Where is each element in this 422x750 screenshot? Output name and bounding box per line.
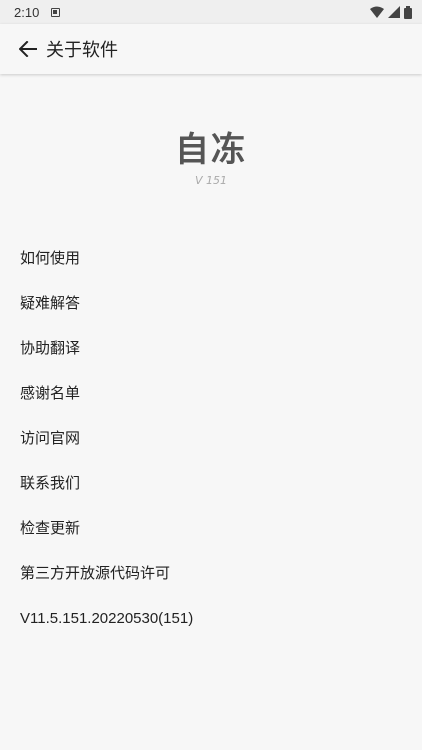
status-bar: 2:10 <box>0 0 422 24</box>
menu-item-thanks-list[interactable]: 感谢名单 <box>0 371 422 416</box>
menu-item-visit-website[interactable]: 访问官网 <box>0 416 422 461</box>
status-time: 2:10 <box>14 4 40 20</box>
app-bar: 关于软件 <box>0 24 422 74</box>
menu-item-open-source-licenses[interactable]: 第三方开放源代码许可 <box>0 551 422 596</box>
app-name: 自冻 <box>175 130 247 170</box>
app-version-short: V 151 <box>194 174 228 187</box>
menu-item-troubleshooting[interactable]: 疑难解答 <box>0 281 422 326</box>
app-header: 自冻 V 151 <box>0 128 422 187</box>
cell-signal-icon <box>388 6 400 18</box>
menu-item-how-to-use[interactable]: 如何使用 <box>0 236 422 281</box>
menu-item-help-translate[interactable]: 协助翻译 <box>0 326 422 371</box>
version-full: V11.5.151.20220530(151) <box>20 610 194 627</box>
arrow-left-icon <box>19 41 37 57</box>
menu-item-contact-us[interactable]: 联系我们 <box>0 461 422 506</box>
status-right <box>370 5 412 19</box>
battery-icon <box>404 5 412 19</box>
about-menu: 如何使用 疑难解答 协助翻译 感谢名单 访问官网 联系我们 检查更新 第三方开放… <box>0 236 422 641</box>
status-left: 2:10 <box>14 4 61 20</box>
menu-item-check-update[interactable]: 检查更新 <box>0 506 422 551</box>
wifi-icon <box>370 6 384 18</box>
notification-icon <box>51 7 61 17</box>
page-title: 关于软件 <box>46 40 118 61</box>
